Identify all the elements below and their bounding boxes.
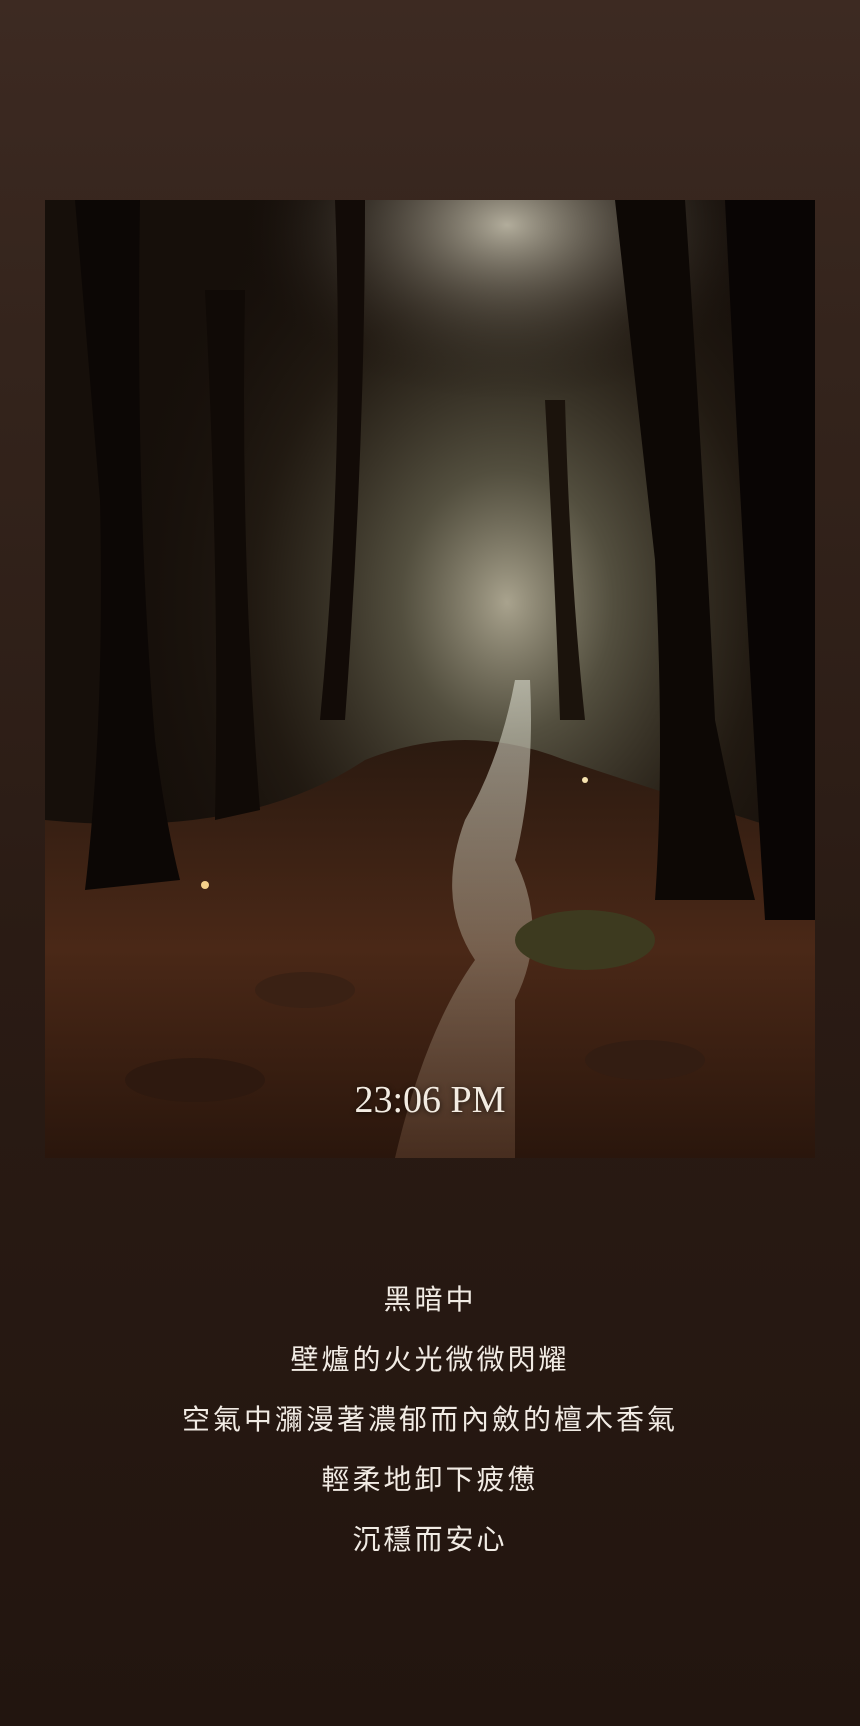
poem-line-1: 黑暗中 bbox=[383, 1283, 477, 1316]
poem-line-4: 輕柔地卸下疲憊 bbox=[321, 1463, 539, 1496]
forest-illustration bbox=[45, 200, 815, 1158]
poem-line-2: 壁爐的火光微微閃耀 bbox=[290, 1343, 570, 1376]
poem-line-3: 空氣中瀰漫著濃郁而內斂的檀木香氣 bbox=[181, 1403, 678, 1436]
forest-stream-artwork: 23:06 PM bbox=[45, 200, 815, 1158]
poem-text: 黑暗中 壁爐的火光微微閃耀 空氣中瀰漫著濃郁而內斂的檀木香氣 輕柔地卸下疲憊 沉… bbox=[0, 1276, 860, 1576]
lock-screen-time: 23:06 PM bbox=[354, 1079, 506, 1121]
poem-line-5: 沉穩而安心 bbox=[352, 1523, 508, 1556]
